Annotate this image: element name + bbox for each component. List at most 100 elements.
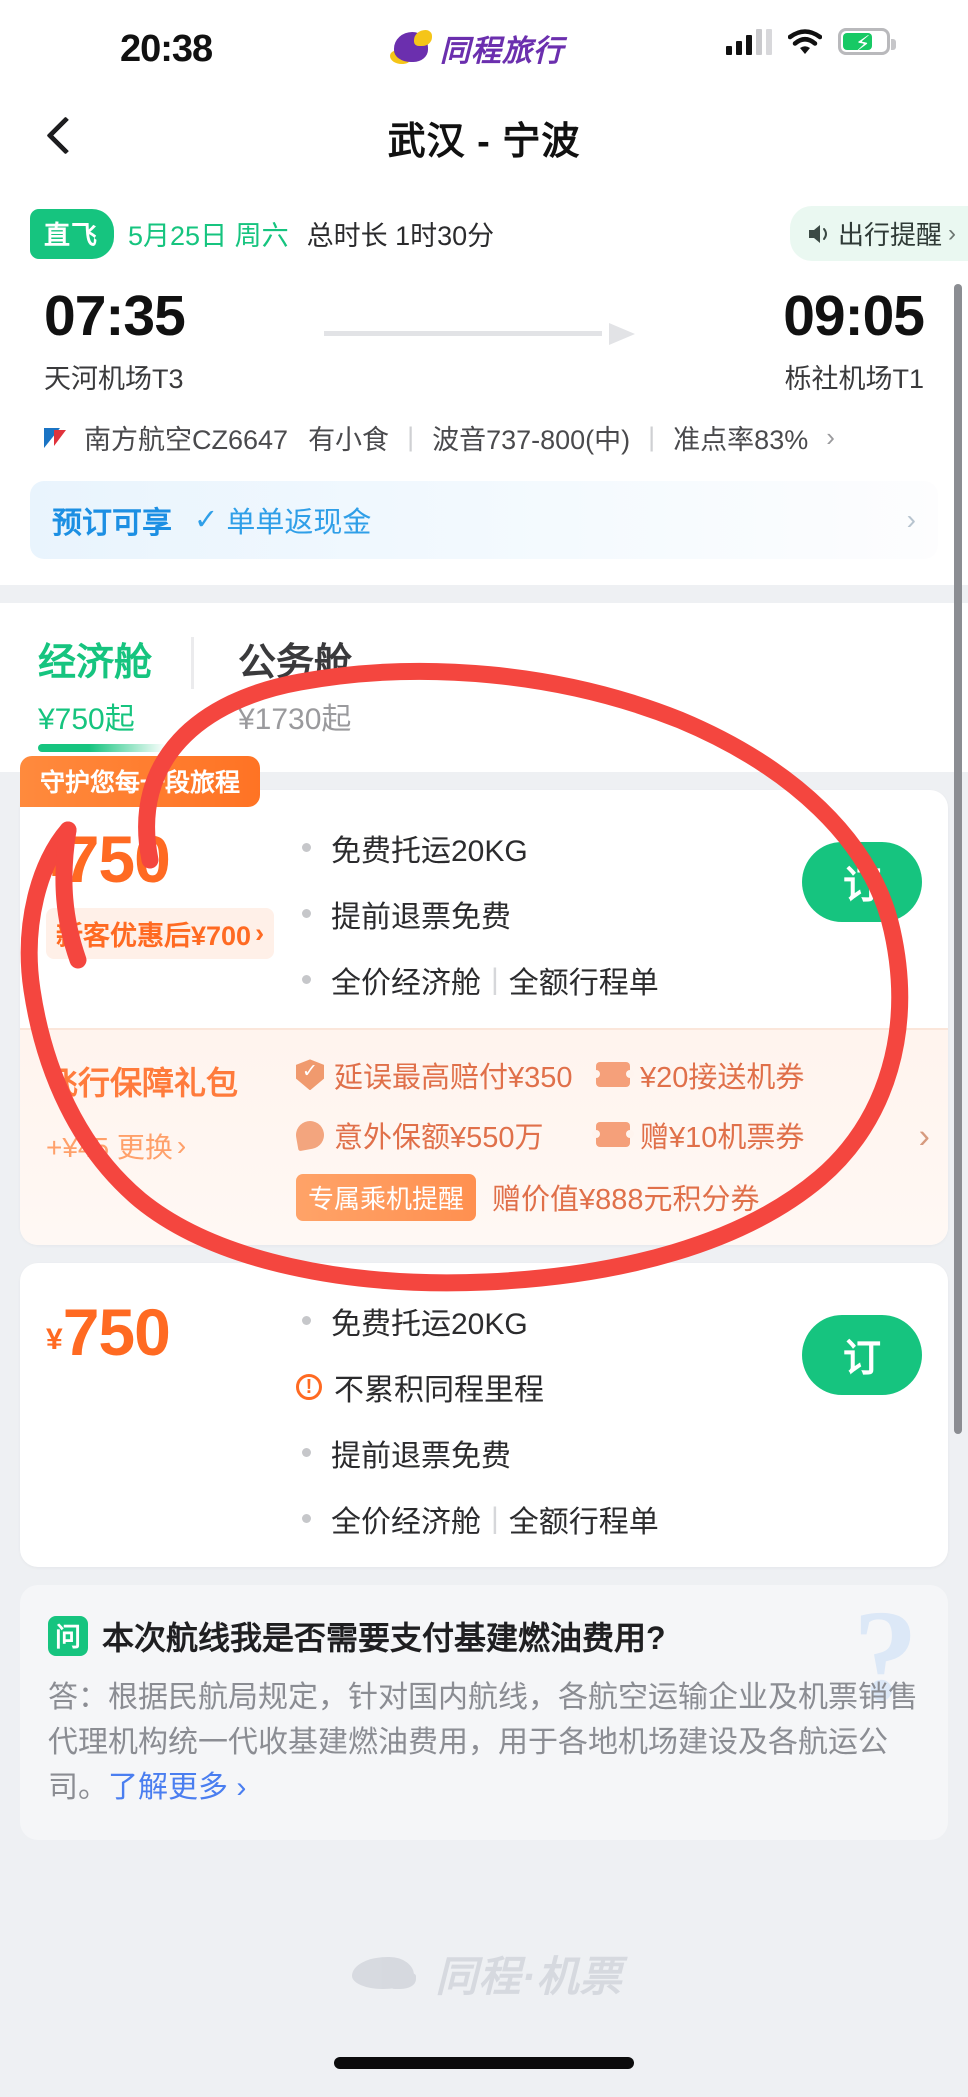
page-scrollbar[interactable] [954,284,962,1434]
bullet-dot-icon [302,975,311,985]
bullet-dot-icon [302,1514,311,1524]
arrival-time: 09:05 [783,284,925,348]
footer-watermark: 同程·机票 [0,1943,968,2004]
tab-divider [191,636,194,689]
chevron-right-icon: › [906,503,916,535]
flight-duration: 总时长 1时30分 [306,221,495,251]
ticket-icon [592,1122,634,1148]
insurance-package-row[interactable]: 飞行保障礼包 +¥45 更换 › 延误最高赔付¥350 [20,1027,948,1245]
fare-features: 免费托运20KG ! 不累积同程里程 提前退票免费 全价经济舱 | 全额行程单 [296,1293,784,1541]
fare-feature-text-2: 全额行程单 [508,966,659,1000]
fare-feature-text: 不累积同程里程 [334,1373,544,1407]
fare-price-block: ¥ 750 [46,1293,302,1365]
chevron-right-icon: › [918,1117,930,1156]
bullet-dot-icon [302,1448,311,1458]
fare-feature-text: 免费托运20KG [331,1307,528,1341]
airline-info-row[interactable]: 南方航空CZ6647 有小食 | 波音737-800(中) | 准点率83% › [0,396,968,457]
nav-bar: 武汉 - 宁波 [0,96,968,180]
travel-reminder-label: 出行提醒 [837,220,942,250]
faq-question: 本次航线我是否需要支付基建燃油费用? [102,1619,666,1656]
airline-name: 南方航空CZ6647 [84,424,289,455]
insurance-swap-label: +¥45 更换 [46,1131,173,1163]
footer-watermark-text: 同程·机票 [435,1953,623,2000]
currency-symbol: ¥ [46,849,63,883]
currency-symbol: ¥ [46,1322,63,1356]
insurance-benefit: 延误最高赔付¥350 [296,1054,596,1096]
departure-block: 07:35 天河机场T3 [44,284,274,396]
promo-benefit: ✓ 单单返现金 [194,499,371,541]
chevron-right-icon: › [948,219,956,247]
airline-logo-icon [44,424,74,450]
divider: | [491,962,499,996]
insurance-chip-text: 赠价值¥888元积分券 [492,1184,760,1217]
question-badge: 问 [48,1615,88,1656]
book-button[interactable]: 订 [802,1314,922,1395]
flight-summary-card: 直飞 5月25日 周六 总时长 1时30分 出行提醒 › 07:35 天河机场T… [0,180,968,585]
brand-label: 同程旅行 [440,35,564,68]
fare-feature: 全价经济舱 | 全额行程单 [302,958,784,1002]
speaker-icon [808,224,827,243]
fare-feature: 提前退票免费 [302,892,784,936]
insurance-benefit-text: 赠¥10机票券 [640,1121,805,1154]
fare-price: ¥ 750 [46,826,302,892]
drop-icon [293,1118,327,1152]
insurance-benefit: 赠¥10机票券 [592,1114,805,1156]
fare-price-block: ¥ 750 新客优惠后¥700 › [46,820,302,959]
footer: 同程·机票 [0,1897,968,2097]
divider: | [491,1501,499,1535]
promo-title: 预订可享 [52,506,172,540]
insurance-chip-row: 专属乘机提醒 赠价值¥888元积分券 [296,1173,922,1221]
fare-price: ¥ 750 [46,1299,302,1365]
tab-business-label: 公务舱 [238,641,353,684]
fare-feature-text-2: 全额行程单 [508,1505,659,1539]
insurance-benefit: ¥20接送机券 [592,1054,804,1096]
tongcheng-blimp-icon [346,1951,426,1997]
meal-info: 有小食 [308,424,390,455]
fare-feature-text: 全价经济舱 [331,1505,481,1539]
promo-text: 单单返现金 [226,506,372,539]
tab-active-indicator [38,743,166,752]
cellular-bars-icon [726,28,772,55]
tab-business-price: ¥1730起 [238,702,352,736]
home-indicator[interactable] [334,2057,634,2069]
divider: | [648,421,656,452]
faq-card: ? 问 本次航线我是否需要支付基建燃油费用? 答：根据民航局规定，针对国内航线，… [20,1584,948,1840]
travel-reminder-button[interactable]: 出行提醒 › [789,206,968,261]
fare-feature: 免费托运20KG [302,1299,784,1343]
fare-feature: ! 不累积同程里程 [296,1365,784,1409]
new-customer-promo[interactable]: 新客优惠后¥700 › [46,907,275,959]
tab-economy-price: ¥750起 [38,702,135,736]
faq-answer: 答：根据民航局规定，针对国内航线，各航空运输企业及机票销售代理机构统一代收基建燃… [48,1675,920,1810]
bullet-dot-icon [302,843,311,853]
battery-charging-icon: ⚡ [838,28,896,56]
fare-card: ¥ 750 免费托运20KG ! 不累积同程里程 提前退票免费 全价经济舱 | … [20,1262,948,1567]
departure-time: 07:35 [44,284,186,348]
insurance-benefit: 意外保额¥550万 [293,1114,596,1156]
status-icons: ⚡ [726,28,896,56]
bullet-dot-icon [302,1316,311,1326]
insurance-swap-button[interactable]: +¥45 更换 › [46,1126,296,1166]
cashback-promo-banner[interactable]: 预订可享 ✓ 单单返现金 › [30,480,938,559]
phone-screen: 20:38 同程旅行 ⚡ 武汉 - 宁波 直飞 5月25日 周六 总时长 1时3… [0,0,968,2097]
wifi-icon [788,28,822,55]
learn-more-link[interactable]: 了解更多 › [108,1771,246,1804]
insurance-title: 飞行保障礼包 [46,1064,239,1101]
new-customer-promo-label: 新客优惠后¥700 [56,920,252,951]
book-button[interactable]: 订 [802,841,922,922]
direct-flight-tag: 直飞 [30,208,115,259]
cabin-class-tabs: 经济舱 ¥750起 公务舱 ¥1730起 [0,602,968,752]
section-gap [0,584,968,603]
insurance-row: 意外保额¥550万 赠¥10机票券 [293,1114,922,1156]
faq-question-row: 问 本次航线我是否需要支付基建燃油费用? [48,1613,920,1659]
insurance-benefit-text: 延误最高赔付¥350 [334,1061,573,1094]
tab-economy[interactable]: 经济舱 ¥750起 [0,631,200,752]
fare-feature-text: 免费托运20KG [331,834,528,868]
fare-feature-text: 全价经济舱 [331,966,481,1000]
aircraft-type: 波音737-800(中) [432,424,631,455]
price-amount: 750 [62,1294,171,1369]
arrival-block: 09:05 栎社机场T1 [694,284,925,396]
status-bar: 20:38 同程旅行 ⚡ [0,0,968,96]
tab-business[interactable]: 公务舱 ¥1730起 [200,631,400,738]
departure-airport: 天河机场T3 [44,363,184,394]
app-brand: 同程旅行 [388,26,564,70]
